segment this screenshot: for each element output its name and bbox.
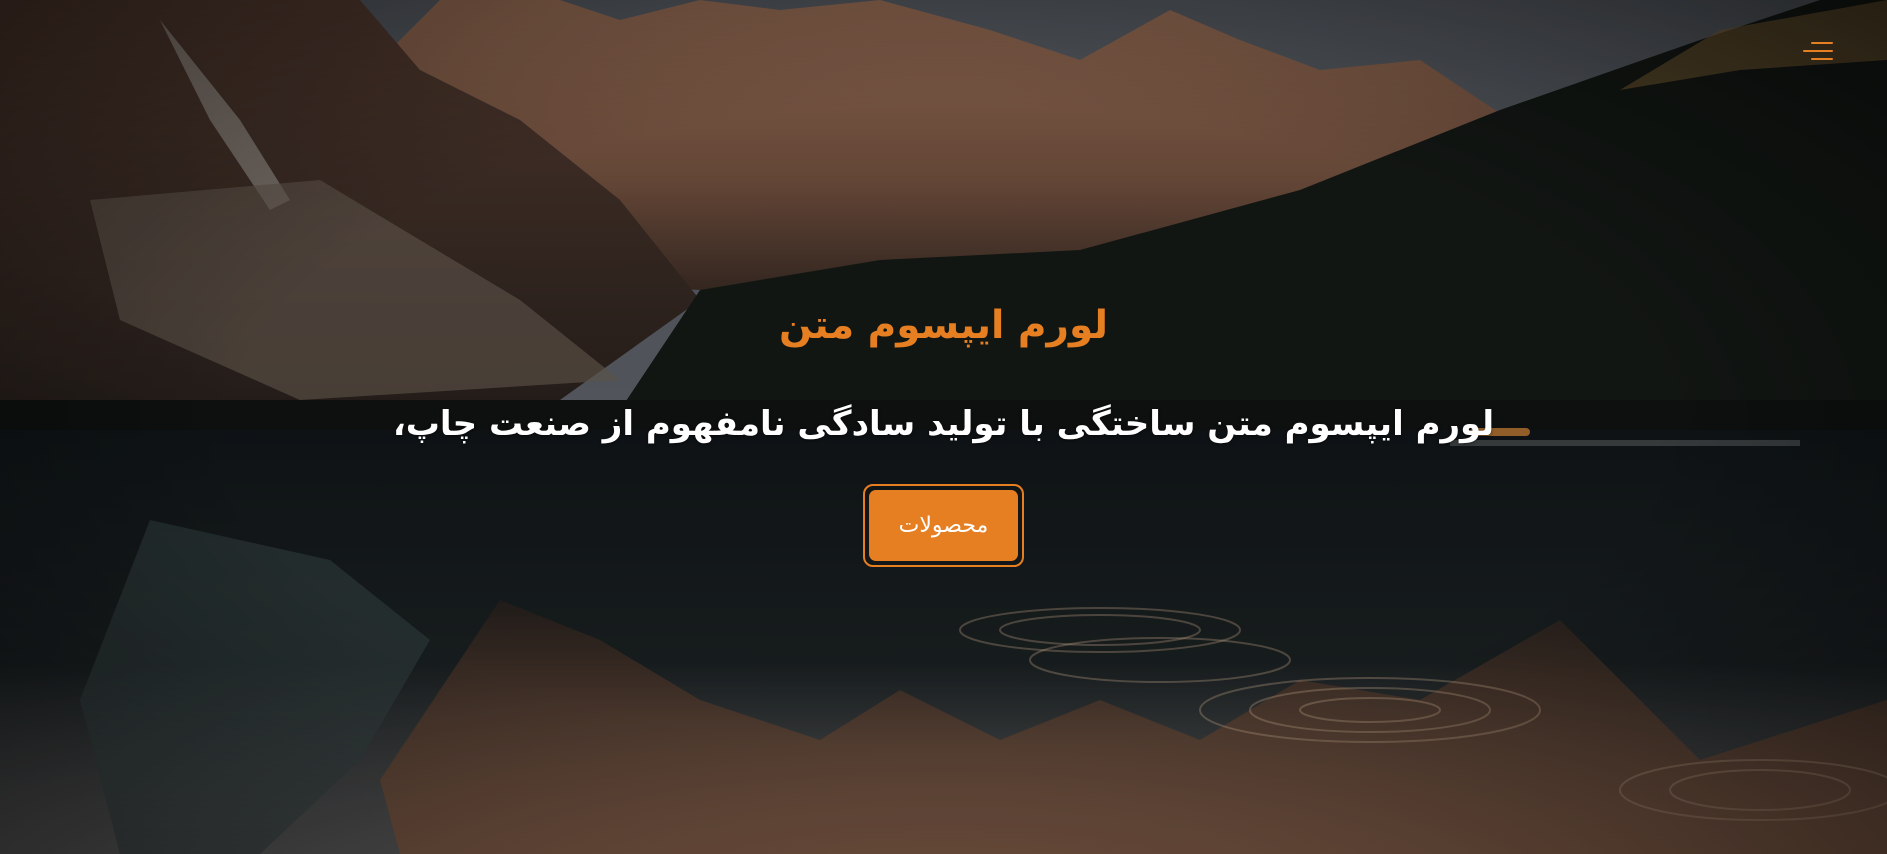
menu-line bbox=[1803, 50, 1833, 52]
hero-subtitle: لورم ایپسوم متن ساختگی با تولید سادگی نا… bbox=[392, 404, 1495, 444]
menu-line bbox=[1811, 42, 1833, 44]
menu-line bbox=[1811, 58, 1833, 60]
hamburger-menu-icon[interactable] bbox=[1799, 38, 1833, 64]
cta-button-frame: محصولات bbox=[863, 484, 1024, 567]
hero-section: لورم ایپسوم متن لورم ایپسوم متن ساختگی ب… bbox=[0, 0, 1887, 854]
hero-title: لورم ایپسوم متن bbox=[778, 303, 1109, 348]
products-button[interactable]: محصولات bbox=[869, 490, 1018, 561]
